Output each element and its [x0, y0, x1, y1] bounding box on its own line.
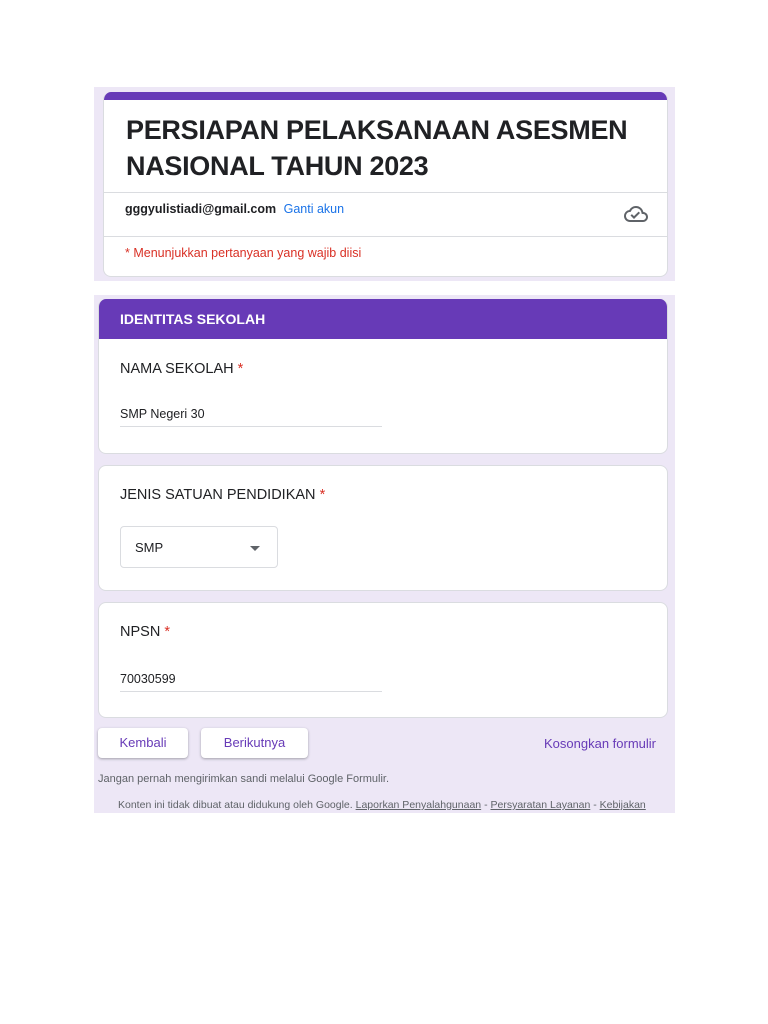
required-asterisk: * — [164, 624, 170, 640]
question-text: NAMA SEKOLAH — [120, 361, 234, 377]
cloud-check-icon — [624, 206, 648, 222]
account-email: gggyulistiadi@gmail.com — [125, 202, 277, 216]
account-row: gggyulistiadi@gmail.com Ganti akun — [125, 202, 344, 216]
footer-disclaimer: Konten ini tidak dibuat atau didukung ol… — [118, 799, 646, 811]
dropdown-value: SMP — [135, 540, 164, 555]
password-warning: Jangan pernah mengirimkan sandi melalui … — [98, 773, 390, 785]
divider — [104, 192, 667, 193]
question-card: NPSN * 70030599 — [98, 602, 668, 718]
chevron-down-icon — [250, 546, 260, 551]
required-asterisk: * — [319, 487, 326, 503]
question-label: NAMA SEKOLAH * — [120, 361, 243, 377]
required-asterisk: * — [237, 361, 244, 377]
section-card: IDENTITAS SEKOLAH NAMA SEKOLAH * SMP Neg… — [98, 299, 668, 454]
policy-link[interactable]: Kebijakan — [600, 799, 646, 811]
divider — [104, 236, 667, 237]
question-label: JENIS SATUAN PENDIDIKAN * — [120, 487, 325, 503]
npsn-input[interactable]: 70030599 — [120, 672, 382, 692]
report-abuse-link[interactable]: Laporkan Penyalahgunaan — [356, 799, 482, 811]
form-title: PERSIAPAN PELAKSANAAN ASESMEN NASIONAL T… — [126, 115, 628, 181]
clear-form-button[interactable]: Kosongkan formulir — [544, 736, 656, 751]
terms-link[interactable]: Persyaratan Layanan — [490, 799, 590, 811]
back-button[interactable]: Kembali — [98, 728, 188, 758]
question-card: JENIS SATUAN PENDIDIKAN * SMP — [98, 465, 668, 591]
question-label: NPSN * — [120, 624, 170, 640]
question-text: JENIS SATUAN PENDIDIKAN — [120, 487, 316, 503]
accent-bar — [104, 92, 667, 100]
school-name-input[interactable]: SMP Negeri 30 — [120, 407, 382, 427]
next-button[interactable]: Berikutnya — [201, 728, 308, 758]
form-header-card: PERSIAPAN PELAKSANAAN ASESMEN NASIONAL T… — [103, 92, 668, 277]
disclaimer-text: Konten ini tidak dibuat atau didukung ol… — [118, 799, 353, 811]
required-note: * Menunjukkan pertanyaan yang wajib diis… — [125, 246, 362, 260]
separator: - — [484, 799, 488, 811]
education-unit-dropdown[interactable]: SMP — [120, 526, 278, 568]
separator: - — [593, 799, 597, 811]
section-title: IDENTITAS SEKOLAH — [99, 299, 667, 339]
switch-account-link[interactable]: Ganti akun — [284, 202, 344, 216]
question-text: NPSN — [120, 624, 161, 640]
